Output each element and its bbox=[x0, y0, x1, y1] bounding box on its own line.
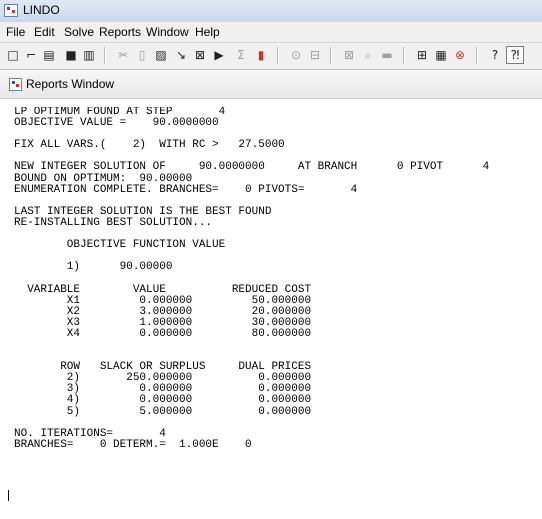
title-bar: LINDO bbox=[0, 0, 542, 23]
compile-icon[interactable]: ▮ bbox=[252, 46, 270, 64]
goto-line-icon[interactable]: ▶ bbox=[210, 46, 228, 64]
toolbar: □ ⌐ ▤ ■ ▥ ✂ ▯ ▨ ↘ ⊠ ▶ Σ ▮ ⊙ ⊟ ⊠ ⌕ ▬ ⊞ ▦ … bbox=[0, 43, 542, 70]
menu-reports[interactable]: Reports bbox=[99, 25, 141, 39]
menu-bar: File Edit Solve Reports Window Help bbox=[0, 22, 542, 43]
zoom-icon[interactable]: ⌕ bbox=[359, 46, 377, 64]
toolbar-separator bbox=[403, 47, 405, 64]
cascade-icon[interactable]: ▦ bbox=[432, 46, 450, 64]
close-all-icon[interactable]: ⊗ bbox=[451, 46, 469, 64]
new-icon[interactable]: □ bbox=[4, 46, 22, 64]
tile-icon[interactable]: ⊞ bbox=[413, 46, 431, 64]
lindo-app-icon[interactable] bbox=[4, 4, 18, 17]
menu-help[interactable]: Help bbox=[195, 25, 220, 39]
menu-window[interactable]: Window bbox=[146, 25, 189, 39]
menu-edit[interactable]: Edit bbox=[34, 25, 55, 39]
solve-icon[interactable]: Σ bbox=[232, 46, 250, 64]
menu-solve[interactable]: Solve bbox=[64, 25, 94, 39]
reports-window-titlebar[interactable]: Reports Window bbox=[0, 70, 542, 99]
reports-window-title: Reports Window bbox=[26, 77, 115, 91]
replace-icon[interactable]: ⊠ bbox=[191, 46, 209, 64]
toolbar-separator bbox=[476, 47, 478, 64]
window-icon[interactable]: ▬ bbox=[378, 46, 396, 64]
text-cursor bbox=[8, 490, 9, 501]
paste-icon[interactable]: ▨ bbox=[152, 46, 170, 64]
zoom-in-icon[interactable]: ⊠ bbox=[340, 46, 358, 64]
help-icon[interactable]: ? bbox=[486, 46, 504, 64]
find-icon[interactable]: ↘ bbox=[172, 46, 190, 64]
open-icon[interactable]: ⌐ bbox=[22, 46, 40, 64]
print-icon[interactable]: ▥ bbox=[80, 46, 98, 64]
picture-icon[interactable]: ⊟ bbox=[306, 46, 324, 64]
toolbar-separator bbox=[277, 47, 279, 64]
save-icon[interactable]: ■ bbox=[62, 46, 80, 64]
open-folder-icon[interactable]: ▤ bbox=[40, 46, 58, 64]
copy-icon[interactable]: ▯ bbox=[133, 46, 151, 64]
cut-icon[interactable]: ✂ bbox=[114, 46, 132, 64]
app-title: LINDO bbox=[23, 3, 60, 17]
context-help-icon[interactable]: ⁈ bbox=[506, 46, 524, 64]
report-text[interactable]: LP OPTIMUM FOUND AT STEP 4 OBJECTIVE VAL… bbox=[14, 107, 539, 517]
toolbar-separator bbox=[104, 47, 106, 64]
toolbar-separator bbox=[330, 47, 332, 64]
menu-file[interactable]: File bbox=[6, 25, 25, 39]
reports-window: Reports Window LP OPTIMUM FOUND AT STEP … bbox=[0, 70, 542, 519]
reports-window-icon[interactable] bbox=[9, 78, 22, 91]
look-icon[interactable]: ⊙ bbox=[287, 46, 305, 64]
